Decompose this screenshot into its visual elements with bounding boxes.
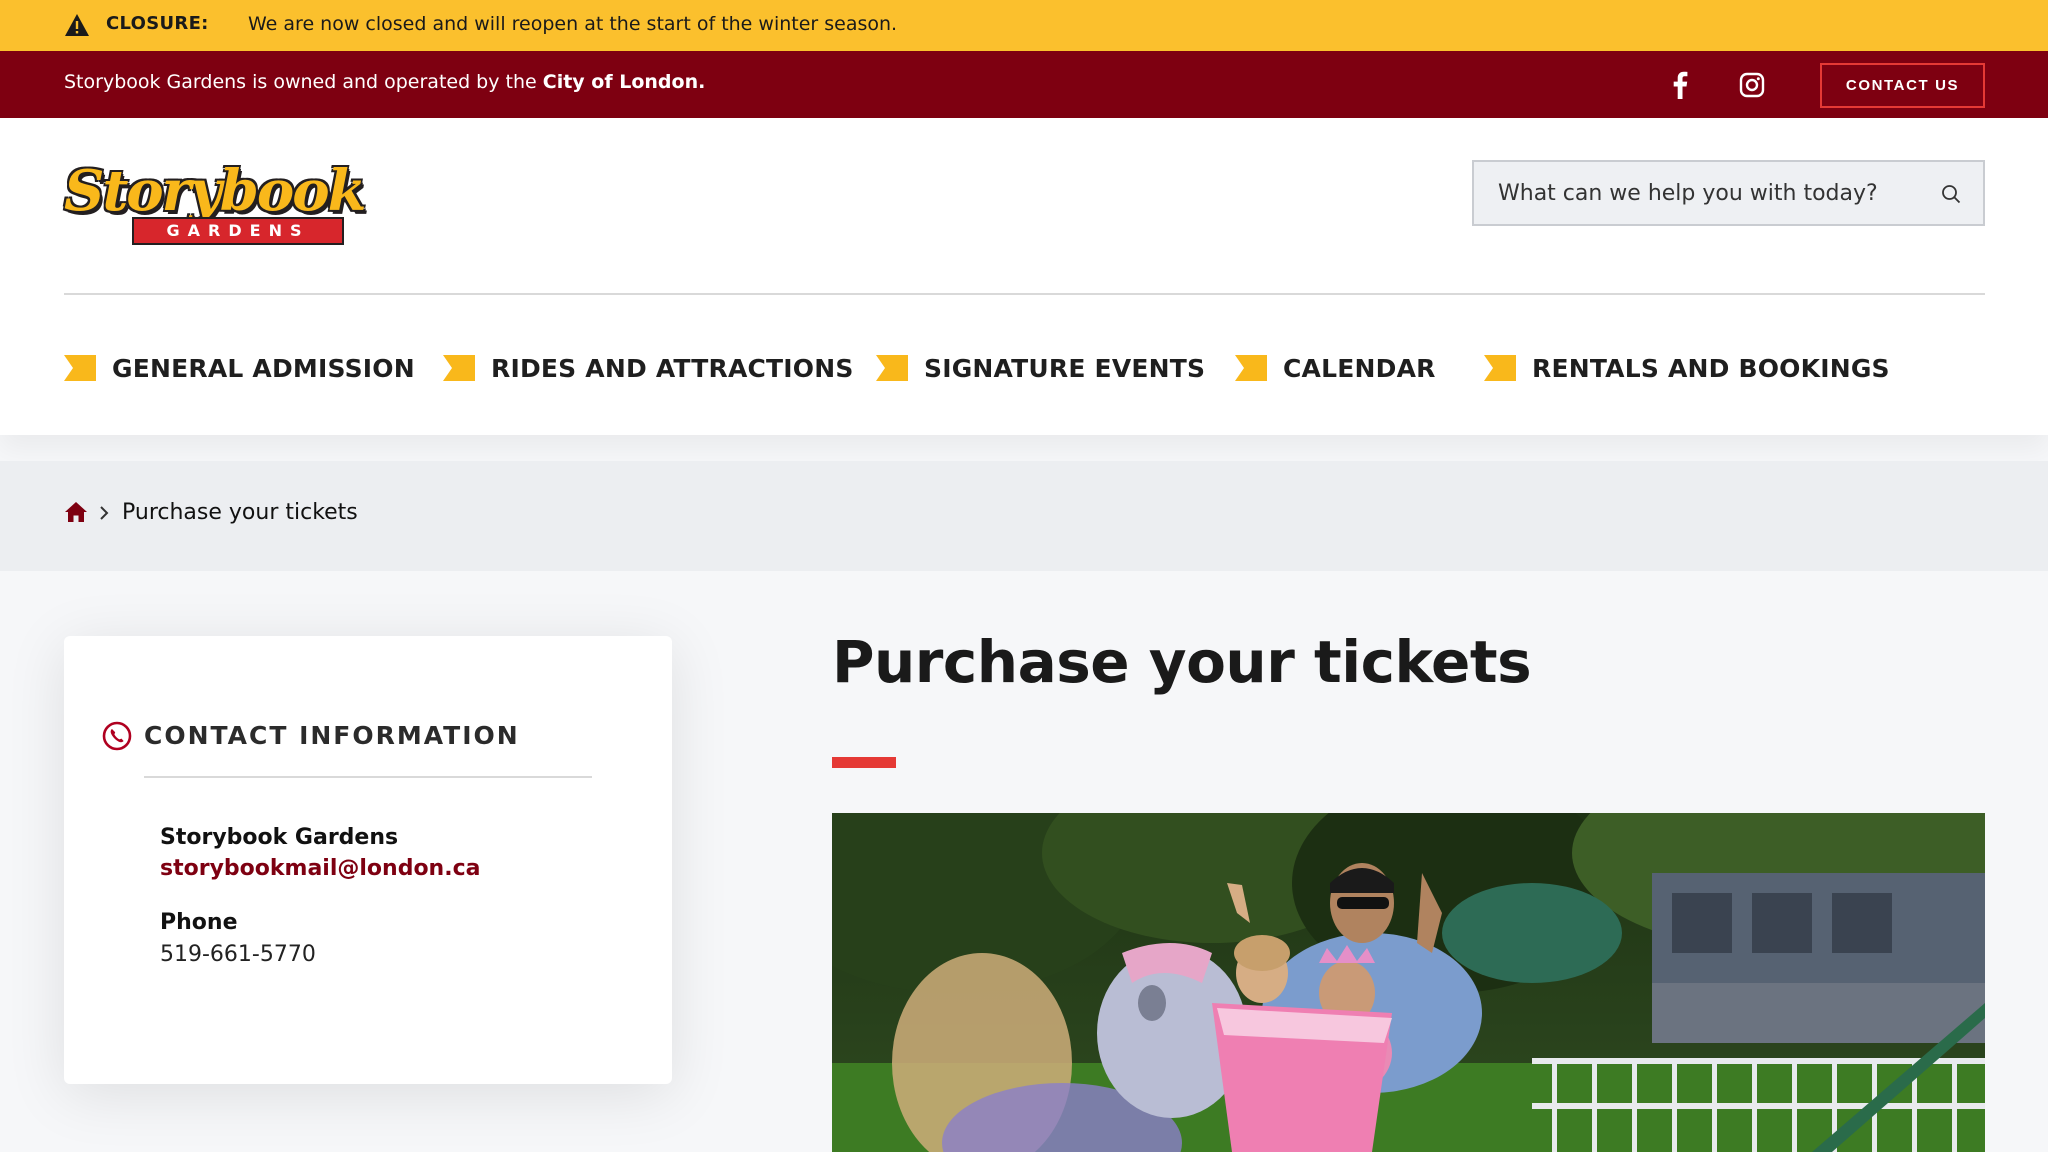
nav-label: CALENDAR (1283, 353, 1436, 383)
search-input[interactable] (1498, 162, 1918, 224)
nav-item-rentals-and-bookings[interactable]: RENTALS AND BOOKINGS (1484, 348, 1890, 388)
flag-icon (443, 355, 475, 381)
phone-icon (102, 721, 132, 751)
nav-item-rides-and-attractions[interactable]: RIDES AND ATTRACTIONS (443, 348, 854, 388)
site-header: Storybook GARDENS GENERAL ADMISSION RIDE… (0, 118, 2048, 435)
phone-value: 519-661-5770 (160, 942, 316, 967)
owner-text: Storybook Gardens is owned and operated … (64, 71, 537, 93)
breadcrumb: Purchase your tickets (0, 461, 2048, 571)
chevron-right-icon (100, 506, 109, 520)
home-icon[interactable] (64, 501, 88, 523)
contact-heading: CONTACT INFORMATION (144, 721, 520, 750)
owner-link[interactable]: City of London. (543, 71, 706, 93)
nav-item-signature-events[interactable]: SIGNATURE EVENTS (876, 348, 1205, 388)
nav-item-general-admission[interactable]: GENERAL ADMISSION (64, 348, 415, 388)
org-name: Storybook Gardens (160, 825, 399, 850)
header-divider (64, 293, 1985, 295)
owner-statement: Storybook Gardens is owned and operated … (64, 71, 705, 93)
breadcrumb-current: Purchase your tickets (122, 500, 358, 525)
logo-script: Storybook (64, 158, 366, 224)
email-link[interactable]: storybookmail@london.ca (160, 856, 480, 881)
flag-icon (1235, 355, 1267, 381)
logo-ribbon: GARDENS (132, 217, 344, 245)
alert-label: CLOSURE: (106, 13, 209, 34)
ride-photo-illustration (832, 813, 1985, 1152)
storybook-gardens-logo[interactable]: Storybook GARDENS (64, 159, 366, 249)
contact-us-button[interactable]: CONTACT US (1820, 63, 1985, 108)
phone-label: Phone (160, 910, 238, 935)
card-divider (144, 776, 592, 778)
flag-icon (876, 355, 908, 381)
nav-label: RIDES AND ATTRACTIONS (491, 353, 854, 383)
owner-bar: Storybook Gardens is owned and operated … (0, 51, 2048, 118)
facebook-icon[interactable] (1672, 71, 1688, 99)
contact-card: CONTACT INFORMATION Storybook Gardens st… (64, 636, 672, 1084)
search-box (1472, 160, 1985, 226)
hero-photo (832, 813, 1985, 1152)
nav-label: GENERAL ADMISSION (112, 353, 415, 383)
alert-message: We are now closed and will reopen at the… (248, 13, 898, 35)
page-title: Purchase your tickets (832, 628, 1532, 696)
flag-icon (1484, 355, 1516, 381)
flag-icon (64, 355, 96, 381)
nav-label: RENTALS AND BOOKINGS (1532, 353, 1890, 383)
title-underline (832, 757, 896, 768)
search-icon[interactable] (1941, 184, 1961, 204)
nav-item-calendar[interactable]: CALENDAR (1235, 348, 1436, 388)
warning-icon (65, 14, 89, 36)
nav-label: SIGNATURE EVENTS (924, 353, 1206, 383)
instagram-icon[interactable] (1739, 72, 1765, 98)
closure-alert-bar: CLOSURE: We are now closed and will reop… (0, 0, 2048, 51)
